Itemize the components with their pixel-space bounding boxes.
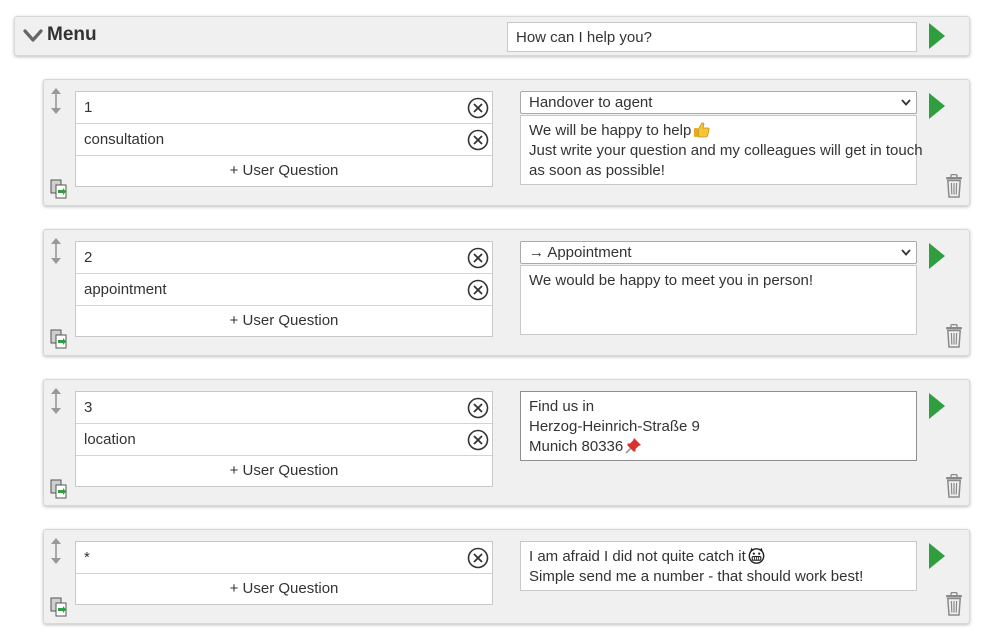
action-select[interactable]: Handover to agent xyxy=(520,91,917,114)
copy-icon[interactable] xyxy=(50,479,68,499)
question-list: 2 appointment + User Question xyxy=(75,241,493,337)
question-list: * + User Question xyxy=(75,541,493,605)
action-select[interactable]: → Appointment xyxy=(520,241,917,264)
question-item[interactable]: appointment xyxy=(76,274,492,306)
question-item[interactable]: 1 xyxy=(76,92,492,124)
response-line: Find us in xyxy=(529,398,595,415)
remove-circle-icon[interactable] xyxy=(467,429,489,451)
menu-header: Menu How can I help you? xyxy=(14,16,970,56)
menu-entry-1: 1 consultation + User Question Handover … xyxy=(43,79,970,206)
add-user-question-button[interactable]: + User Question xyxy=(76,306,492,336)
menu-entry-fallback: * + User Question I am afraid I did not … xyxy=(43,529,970,624)
trash-icon[interactable] xyxy=(945,174,963,198)
remove-circle-icon[interactable] xyxy=(467,97,489,119)
copy-icon[interactable] xyxy=(50,329,68,349)
copy-icon[interactable] xyxy=(50,597,68,617)
question-text: consultation xyxy=(84,131,165,148)
chevron-down-icon[interactable] xyxy=(23,27,43,45)
pushpin-icon xyxy=(625,438,642,454)
trash-icon[interactable] xyxy=(945,474,963,498)
play-icon[interactable] xyxy=(929,23,945,49)
question-item[interactable]: * xyxy=(76,542,492,574)
drag-handle-icon[interactable] xyxy=(50,238,62,264)
question-text: appointment xyxy=(84,281,167,298)
response-textarea[interactable]: I am afraid I did not quite catch it Sim… xyxy=(520,541,917,591)
drag-handle-icon[interactable] xyxy=(50,388,62,414)
question-list: 3 location + User Question xyxy=(75,391,493,487)
trash-icon[interactable] xyxy=(945,324,963,348)
response-line: We will be happy to help xyxy=(529,122,692,139)
question-item[interactable]: 3 xyxy=(76,392,492,424)
play-icon[interactable] xyxy=(929,243,945,269)
response-line: I am afraid I did not quite catch it xyxy=(529,548,746,565)
chevron-down-icon xyxy=(901,249,911,256)
copy-icon[interactable] xyxy=(50,179,68,199)
remove-circle-icon[interactable] xyxy=(467,279,489,301)
remove-circle-icon[interactable] xyxy=(467,247,489,269)
question-text: location xyxy=(84,431,136,448)
question-text: 3 xyxy=(84,399,93,416)
menu-entry-2: 2 appointment + User Question → Appointm… xyxy=(43,229,970,356)
remove-circle-icon[interactable] xyxy=(467,397,489,419)
add-user-question-button[interactable]: + User Question xyxy=(76,156,492,186)
drag-handle-icon[interactable] xyxy=(50,88,62,114)
question-item[interactable]: location xyxy=(76,424,492,456)
greeting-input[interactable]: How can I help you? xyxy=(507,22,917,52)
grimacing-face-icon xyxy=(748,547,765,564)
question-text: 1 xyxy=(84,99,93,116)
response-line: Munich 80336 xyxy=(529,438,624,455)
response-line: Simple send me a number - that should wo… xyxy=(529,568,864,585)
play-icon[interactable] xyxy=(929,93,945,119)
menu-entry-3: 3 location + User Question Find us in He… xyxy=(43,379,970,506)
menu-title: Menu xyxy=(47,24,97,45)
response-line: We would be happy to meet you in person! xyxy=(529,272,814,289)
response-line: Just write your question and my colleagu… xyxy=(529,142,923,159)
response-textarea[interactable]: We would be happy to meet you in person! xyxy=(520,265,917,335)
question-text: 2 xyxy=(84,249,93,266)
response-line: Herzog-Heinrich-Straße 9 xyxy=(529,418,700,435)
play-icon[interactable] xyxy=(929,393,945,419)
remove-circle-icon[interactable] xyxy=(467,129,489,151)
action-select-value: → Appointment xyxy=(529,244,632,261)
response-textarea[interactable]: We will be happy to help Just write your… xyxy=(520,115,923,185)
play-icon[interactable] xyxy=(929,543,945,569)
remove-circle-icon[interactable] xyxy=(467,547,489,569)
response-line: as soon as possible! xyxy=(529,162,665,179)
thumbs-up-icon xyxy=(694,122,710,138)
drag-handle-icon[interactable] xyxy=(50,538,62,564)
add-user-question-button[interactable]: + User Question xyxy=(76,456,492,486)
action-select-value: Handover to agent xyxy=(529,94,653,111)
chevron-down-icon xyxy=(901,99,911,106)
question-item[interactable]: 2 xyxy=(76,242,492,274)
question-text: * xyxy=(84,549,90,566)
question-list: 1 consultation + User Question xyxy=(75,91,493,187)
add-user-question-button[interactable]: + User Question xyxy=(76,574,492,604)
trash-icon[interactable] xyxy=(945,592,963,616)
response-textarea[interactable]: Find us in Herzog-Heinrich-Straße 9 Muni… xyxy=(520,391,917,461)
question-item[interactable]: consultation xyxy=(76,124,492,156)
